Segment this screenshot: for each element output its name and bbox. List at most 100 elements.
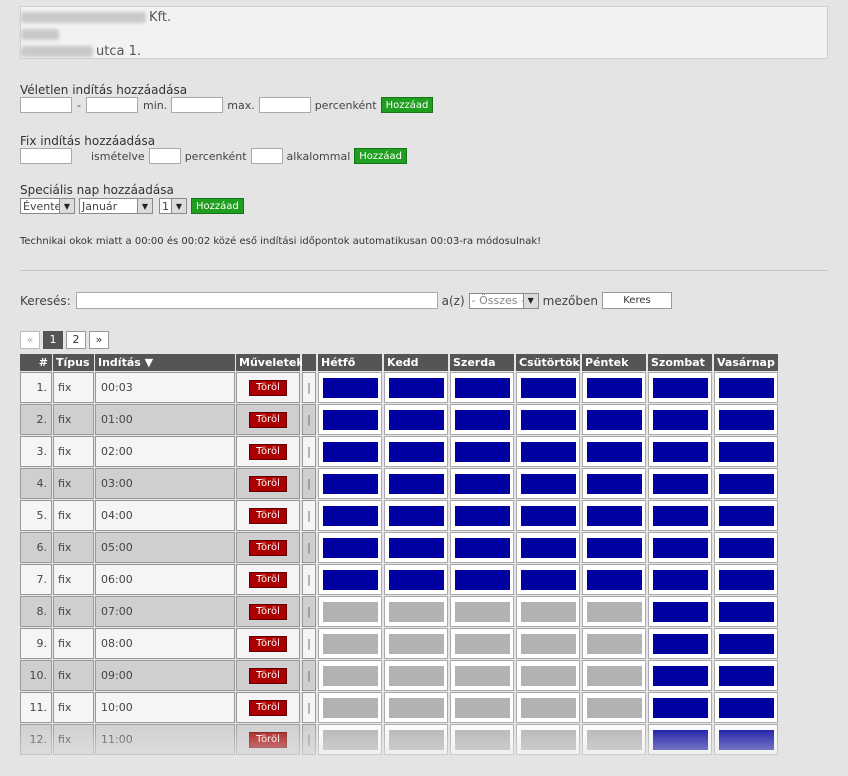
day-toggle-cell[interactable] [516, 372, 580, 403]
day-toggle-cell[interactable] [450, 500, 514, 531]
day-toggle-cell[interactable] [318, 468, 382, 499]
day-toggle-cell[interactable] [384, 660, 448, 691]
day-toggle-cell[interactable] [714, 468, 778, 499]
day-toggle-cell[interactable] [714, 500, 778, 531]
day-toggle-cell[interactable] [648, 404, 712, 435]
day-toggle-cell[interactable] [318, 372, 382, 403]
day-toggle-cell[interactable] [450, 724, 514, 755]
random-max-input[interactable] [258, 97, 311, 113]
delete-button[interactable]: Töröl [249, 603, 287, 620]
day-toggle-cell[interactable] [516, 692, 580, 723]
day-toggle-cell[interactable] [318, 404, 382, 435]
random-min-input[interactable] [171, 97, 224, 113]
fixed-time-input[interactable] [20, 148, 72, 164]
next-page-button[interactable]: » [89, 331, 109, 349]
day-toggle-cell[interactable] [450, 564, 514, 595]
delete-button[interactable]: Töröl [249, 571, 287, 588]
day-toggle-cell[interactable] [516, 564, 580, 595]
delete-button[interactable]: Töröl [249, 699, 287, 716]
day-toggle-cell[interactable] [450, 372, 514, 403]
day-toggle-cell[interactable] [516, 500, 580, 531]
day-toggle-cell[interactable] [582, 692, 646, 723]
search-field-select[interactable]: - Összes - ▼ [468, 292, 539, 309]
day-toggle-cell[interactable] [582, 724, 646, 755]
day-toggle-cell[interactable] [384, 372, 448, 403]
day-toggle-cell[interactable] [648, 596, 712, 627]
page-1-button[interactable]: 1 [43, 331, 63, 349]
day-toggle-cell[interactable] [582, 404, 646, 435]
day-toggle-cell[interactable] [582, 500, 646, 531]
day-toggle-cell[interactable] [516, 628, 580, 659]
day-select[interactable]: 1 ▼ [159, 198, 187, 214]
delete-button[interactable]: Töröl [249, 539, 287, 556]
day-toggle-cell[interactable] [516, 532, 580, 563]
day-toggle-cell[interactable] [450, 532, 514, 563]
day-toggle-cell[interactable] [516, 660, 580, 691]
day-toggle-cell[interactable] [384, 436, 448, 467]
day-toggle-cell[interactable] [582, 436, 646, 467]
delete-button[interactable]: Töröl [249, 731, 287, 748]
day-toggle-cell[interactable] [450, 404, 514, 435]
day-toggle-cell[interactable] [648, 660, 712, 691]
search-button[interactable]: Keres [601, 292, 672, 309]
day-toggle-cell[interactable] [450, 628, 514, 659]
day-toggle-cell[interactable] [582, 372, 646, 403]
day-toggle-cell[interactable] [582, 596, 646, 627]
delete-button[interactable]: Töröl [249, 507, 287, 524]
day-toggle-cell[interactable] [516, 436, 580, 467]
day-toggle-cell[interactable] [384, 532, 448, 563]
day-toggle-cell[interactable] [714, 532, 778, 563]
day-toggle-cell[interactable] [648, 500, 712, 531]
day-toggle-cell[interactable] [648, 436, 712, 467]
random-to-input[interactable] [85, 97, 138, 113]
fixed-count-input[interactable] [250, 148, 283, 164]
special-add-button[interactable]: Hozzáad [191, 198, 244, 214]
page-2-button[interactable]: 2 [66, 331, 86, 349]
day-toggle-cell[interactable] [582, 628, 646, 659]
day-toggle-cell[interactable] [516, 724, 580, 755]
delete-button[interactable]: Töröl [249, 411, 287, 428]
day-toggle-cell[interactable] [384, 692, 448, 723]
month-select[interactable]: Január ▼ [79, 198, 153, 214]
day-toggle-cell[interactable] [714, 404, 778, 435]
day-toggle-cell[interactable] [648, 692, 712, 723]
day-toggle-cell[interactable] [714, 724, 778, 755]
day-toggle-cell[interactable] [714, 660, 778, 691]
day-toggle-cell[interactable] [318, 692, 382, 723]
day-toggle-cell[interactable] [648, 564, 712, 595]
day-toggle-cell[interactable] [384, 468, 448, 499]
day-toggle-cell[interactable] [582, 564, 646, 595]
day-toggle-cell[interactable] [714, 436, 778, 467]
day-toggle-cell[interactable] [516, 468, 580, 499]
day-toggle-cell[interactable] [384, 596, 448, 627]
day-toggle-cell[interactable] [516, 596, 580, 627]
day-toggle-cell[interactable] [714, 564, 778, 595]
day-toggle-cell[interactable] [714, 596, 778, 627]
day-toggle-cell[interactable] [648, 372, 712, 403]
day-toggle-cell[interactable] [714, 372, 778, 403]
day-toggle-cell[interactable] [384, 500, 448, 531]
day-toggle-cell[interactable] [582, 660, 646, 691]
day-toggle-cell[interactable] [516, 404, 580, 435]
day-toggle-cell[interactable] [450, 436, 514, 467]
delete-button[interactable]: Töröl [249, 443, 287, 460]
day-toggle-cell[interactable] [318, 564, 382, 595]
day-toggle-cell[interactable] [318, 436, 382, 467]
random-add-button[interactable]: Hozzáad [380, 97, 434, 113]
fixed-add-button[interactable]: Hozzáad [354, 148, 408, 164]
day-toggle-cell[interactable] [384, 564, 448, 595]
day-toggle-cell[interactable] [318, 596, 382, 627]
day-toggle-cell[interactable] [648, 468, 712, 499]
day-toggle-cell[interactable] [714, 628, 778, 659]
random-from-input[interactable] [20, 97, 72, 113]
day-toggle-cell[interactable] [450, 692, 514, 723]
day-toggle-cell[interactable] [450, 468, 514, 499]
delete-button[interactable]: Töröl [249, 475, 287, 492]
delete-button[interactable]: Töröl [249, 379, 287, 396]
day-toggle-cell[interactable] [318, 628, 382, 659]
day-toggle-cell[interactable] [384, 628, 448, 659]
day-toggle-cell[interactable] [318, 724, 382, 755]
day-toggle-cell[interactable] [318, 660, 382, 691]
day-toggle-cell[interactable] [384, 404, 448, 435]
day-toggle-cell[interactable] [582, 532, 646, 563]
